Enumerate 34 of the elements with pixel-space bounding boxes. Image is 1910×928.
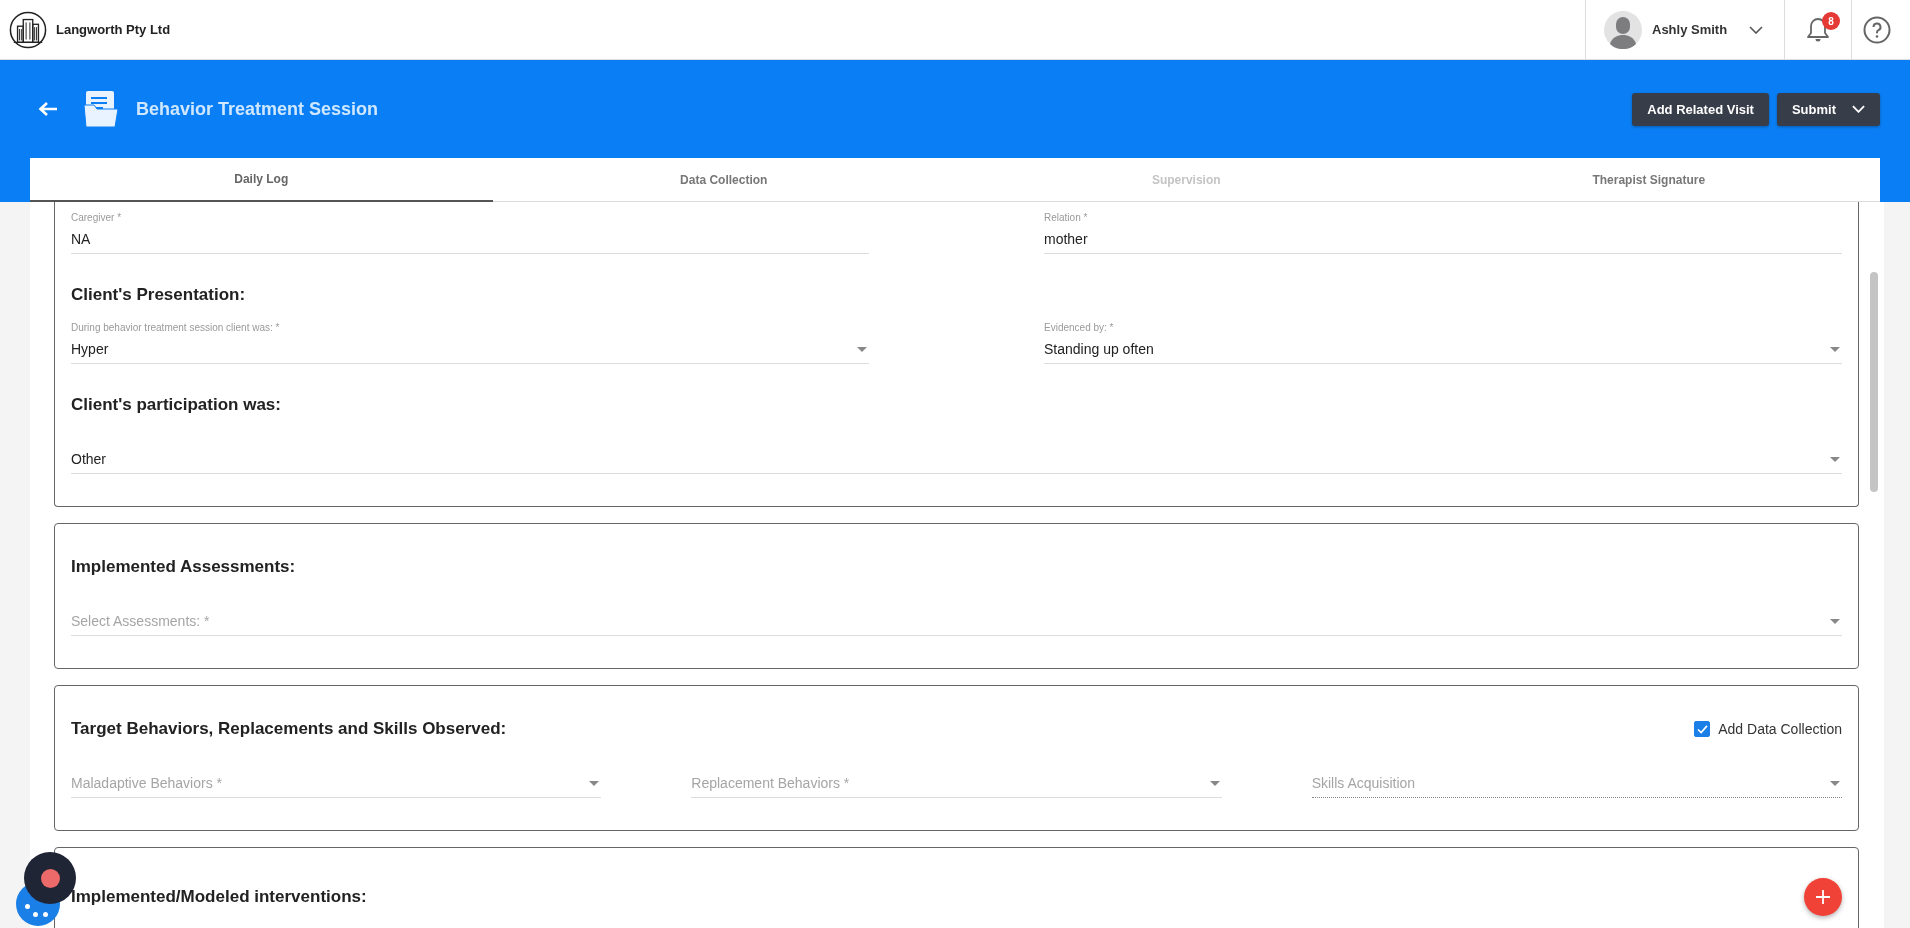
caret-icon <box>589 780 600 786</box>
checkbox[interactable]: Add Data Collection <box>1694 721 1842 737</box>
select-field[interactable]: Evidenced by: * Standing up often <box>1044 322 1842 364</box>
caret-icon <box>1830 346 1840 352</box>
action-button[interactable]: Add Related Visit <box>1632 92 1769 126</box>
caret-icon <box>1830 456 1840 462</box>
back-arrow-icon[interactable] <box>38 101 58 117</box>
chevron-down-icon <box>1852 105 1865 113</box>
company-name: Langworth Pty Ltd <box>56 22 171 37</box>
section-heading: Target Behaviors, Replacements and Skills Observed: <box>71 719 507 739</box>
section-heading: Implemented Assessments: <box>71 557 296 577</box>
submit-dropdown-button[interactable]: Submit <box>1776 92 1880 126</box>
chevron-down-icon <box>1749 25 1764 34</box>
notification-count: 8 <box>1822 12 1840 30</box>
user-menu[interactable]: Ashly Smith <box>1585 0 1785 59</box>
plus-icon <box>1815 889 1831 905</box>
building-logo-icon <box>9 10 47 49</box>
section-heading: Client's participation was: <box>71 395 281 415</box>
caret-icon <box>857 346 867 352</box>
section-heading: Client's Presentation: <box>71 285 246 305</box>
avatar-icon <box>1604 10 1642 49</box>
select-field[interactable]: Other <box>71 432 1842 474</box>
add-button[interactable] <box>1804 878 1842 916</box>
input-field[interactable]: Relation * mother <box>1044 212 1842 254</box>
checkbox-box[interactable] <box>1694 721 1711 737</box>
input-field[interactable]: Caregiver * NA <box>71 212 869 254</box>
help-icon[interactable] <box>1863 15 1891 44</box>
page-title: Behavior Treatment Session <box>136 98 379 120</box>
select-field[interactable]: During behavior treatment session client was: * Hyper <box>71 322 869 364</box>
caret-icon <box>1209 780 1220 786</box>
caret-icon <box>1830 618 1840 624</box>
caret-icon <box>1830 780 1840 786</box>
bell-icon[interactable] <box>1806 16 1830 43</box>
section-heading: Implemented/Modeled interventions: <box>71 887 367 907</box>
